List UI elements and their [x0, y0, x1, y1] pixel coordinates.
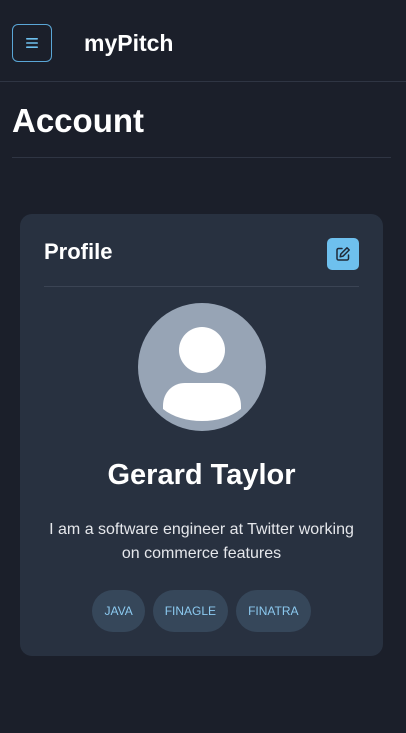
menu-toggle-button[interactable]: [12, 24, 52, 62]
profile-bio: I am a software engineer at Twitter work…: [49, 521, 354, 562]
avatar: [138, 303, 266, 431]
profile-card-title: Profile: [44, 239, 113, 264]
page-title: Account: [12, 102, 144, 139]
profile-name: Gerard Taylor: [107, 459, 296, 491]
edit-profile-button[interactable]: [327, 238, 359, 270]
app-brand[interactable]: myPitch: [84, 28, 173, 58]
title-divider: [12, 157, 391, 158]
top-navbar: myPitch: [0, 0, 406, 82]
skill-tag: FINAGLE: [152, 590, 229, 632]
skill-tags: JAVA FINAGLE FINATRA: [20, 590, 383, 632]
hamburger-menu-icon: [26, 38, 38, 48]
skill-tag: FINATRA: [236, 590, 311, 632]
profile-card-divider: [44, 286, 359, 287]
user-silhouette-icon: [163, 327, 241, 421]
profile-card: Profile Gerard Taylor I am a software en…: [20, 214, 383, 656]
edit-icon: [336, 247, 350, 261]
skill-tag: JAVA: [92, 590, 145, 632]
